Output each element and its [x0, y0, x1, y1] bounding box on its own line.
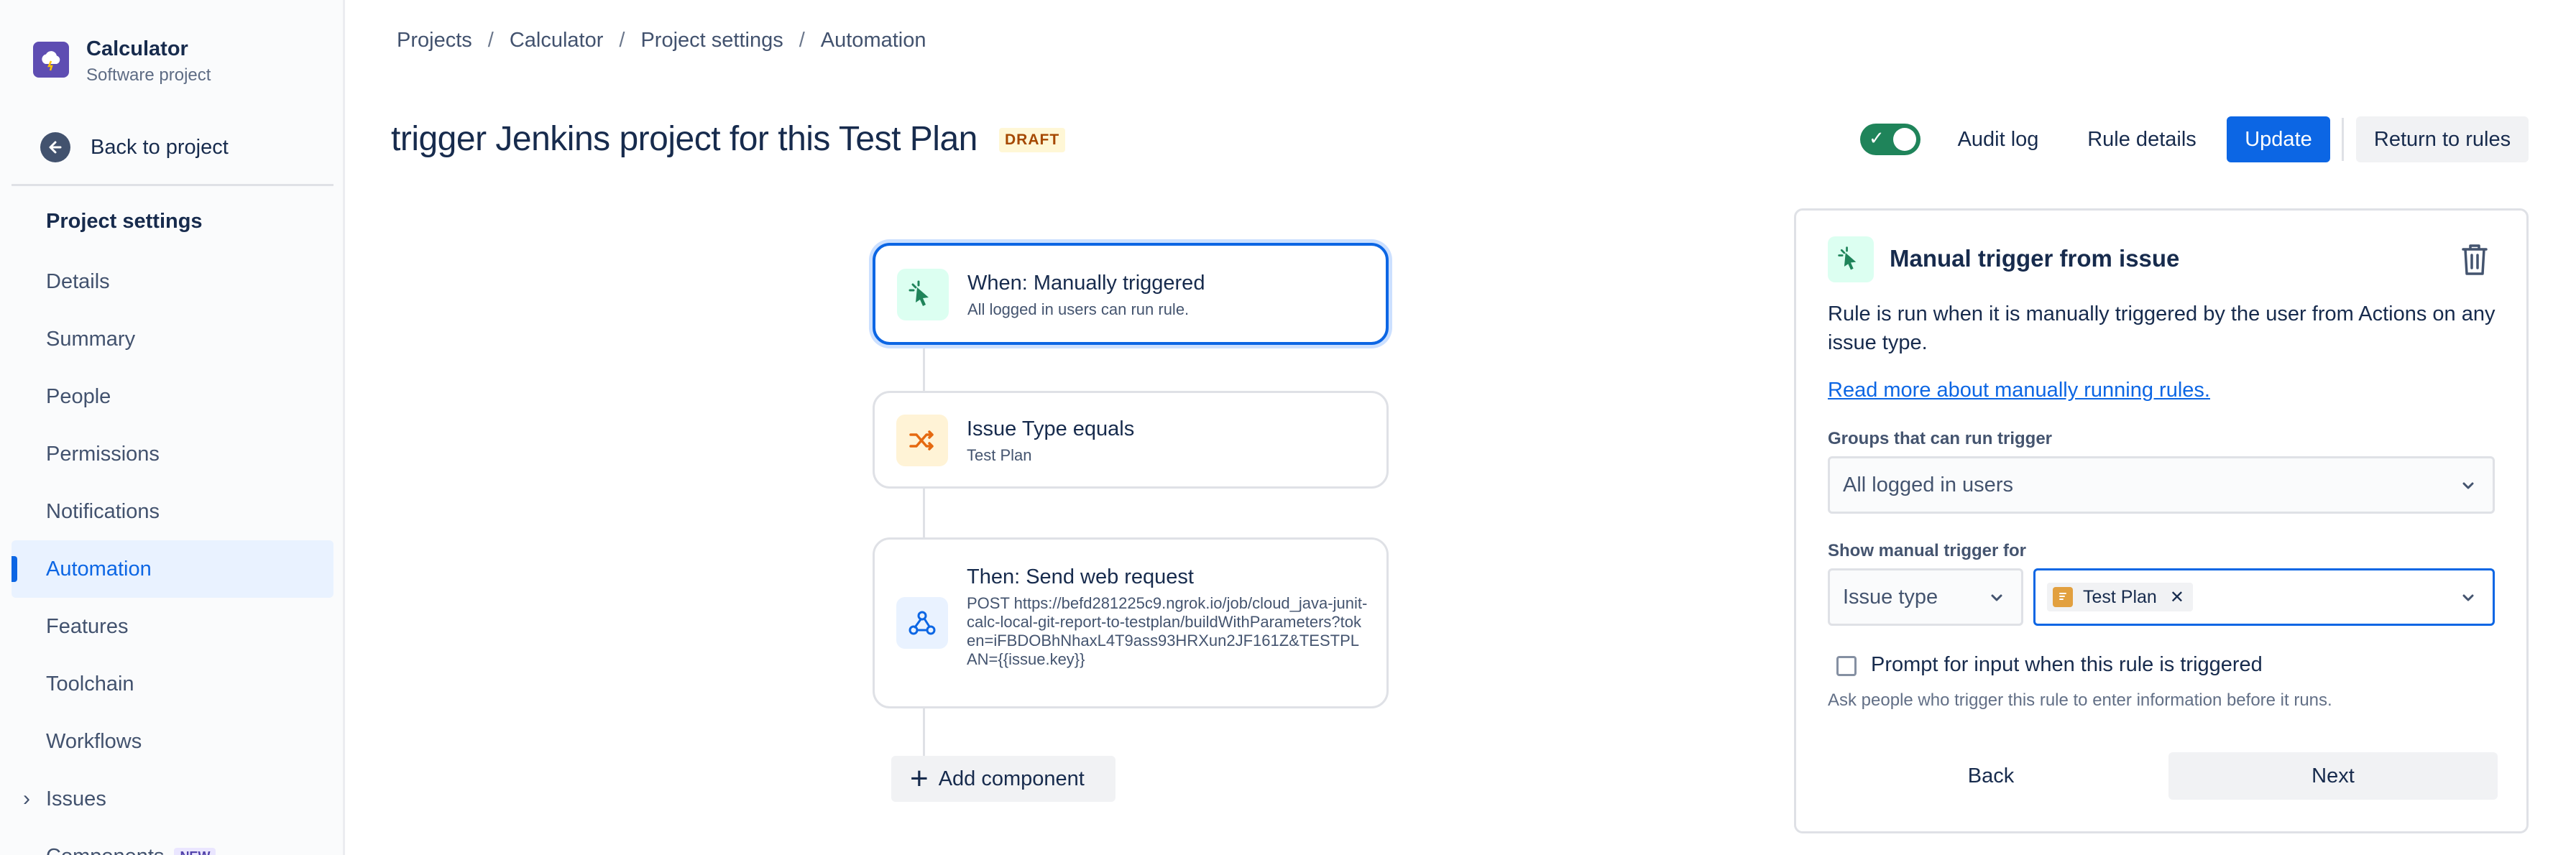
- breadcrumb-automation[interactable]: Automation: [821, 29, 926, 52]
- sidebar-item-permissions[interactable]: Permissions: [12, 425, 334, 483]
- sidebar-item-label: Workflows: [46, 729, 142, 753]
- cursor-click-icon: [1828, 236, 1874, 282]
- sidebar-item-label: People: [46, 384, 111, 408]
- toggle-knob: [1893, 128, 1916, 151]
- chevron-down-icon: [2462, 482, 2474, 489]
- prompt-input-help: Ask people who trigger this rule to ente…: [1828, 690, 2332, 710]
- plus-icon: +: [910, 761, 929, 796]
- sidebar-item-people[interactable]: People: [12, 368, 334, 425]
- webhook-icon: [896, 597, 948, 649]
- sidebar-item-summary[interactable]: Summary: [12, 310, 334, 368]
- cloud-icon: [42, 51, 60, 71]
- back-to-project-label: Back to project: [91, 135, 229, 159]
- next-button[interactable]: Next: [2168, 752, 2498, 800]
- breadcrumb-calculator[interactable]: Calculator: [510, 29, 604, 52]
- check-icon: ✓: [1869, 127, 1885, 149]
- sidebar-item-label: Components: [46, 845, 164, 855]
- breadcrumb-separator: /: [799, 29, 805, 52]
- back-button[interactable]: Back: [1828, 752, 2154, 800]
- action-card[interactable]: Then: Send web request POST https://befd…: [873, 537, 1389, 708]
- header-divider: [2342, 118, 2344, 161]
- read-more-link[interactable]: Read more about manually running rules.: [1828, 379, 2210, 402]
- trigger-subtitle: All logged in users can run rule.: [967, 300, 1190, 318]
- trigger-card[interactable]: When: Manually triggered All logged in u…: [873, 243, 1389, 345]
- selected-tag: Test Plan ✕: [2047, 583, 2193, 611]
- groups-value: All logged in users: [1843, 473, 2013, 496]
- breadcrumb-projects[interactable]: Projects: [397, 29, 472, 52]
- breadcrumb-separator: /: [487, 29, 494, 52]
- remove-tag-icon[interactable]: ✕: [2170, 587, 2184, 608]
- chevron-right-icon: ›: [23, 787, 30, 810]
- condition-subtitle: Test Plan: [967, 446, 1032, 464]
- flow-connector: [923, 489, 925, 537]
- new-badge: NEW: [174, 847, 216, 855]
- sidebar-item-label: Automation: [46, 557, 152, 581]
- breadcrumb-separator: /: [619, 29, 625, 52]
- sidebar-item-toolchain[interactable]: Toolchain: [12, 655, 334, 713]
- add-component-button[interactable]: + Add component: [891, 756, 1116, 802]
- chevron-down-icon: [2462, 594, 2474, 601]
- flow-connector: [923, 345, 925, 391]
- trash-icon[interactable]: [2455, 239, 2495, 279]
- sidebar-item-label: Notifications: [46, 499, 160, 523]
- sidebar-item-workflows[interactable]: Workflows: [12, 713, 334, 770]
- prompt-input-checkbox[interactable]: [1836, 656, 1857, 676]
- sidebar-item-label: Toolchain: [46, 672, 134, 695]
- project-name: Calculator: [86, 37, 188, 60]
- breadcrumb: Projects / Calculator / Project settings…: [397, 29, 926, 52]
- show-trigger-label: Show manual trigger for: [1828, 541, 2027, 560]
- panel-title: Manual trigger from issue: [1890, 245, 2180, 272]
- issue-type-multiselect[interactable]: Test Plan ✕: [2033, 568, 2495, 626]
- trigger-title: When: Manually triggered: [967, 272, 1205, 295]
- sidebar-item-automation[interactable]: Automation: [12, 540, 334, 598]
- arrow-left-icon: [40, 132, 70, 162]
- project-avatar: [33, 42, 69, 78]
- sidebar-item-details[interactable]: Details: [12, 253, 334, 310]
- sidebar-item-label: Details: [46, 269, 110, 293]
- sidebar-item-label: Permissions: [46, 442, 160, 466]
- condition-title: Issue Type equals: [967, 417, 1135, 440]
- rule-details-button[interactable]: Rule details: [2070, 116, 2214, 162]
- rule-title[interactable]: trigger Jenkins project for this Test Pl…: [391, 119, 978, 159]
- condition-card[interactable]: Issue Type equals Test Plan: [873, 391, 1389, 489]
- flow-connector: [923, 708, 925, 756]
- action-subtitle: POST https://befd281225c9.ngrok.io/job/c…: [967, 594, 1368, 668]
- back-to-project-link[interactable]: Back to project: [40, 132, 229, 162]
- sidebar-section-title: Project settings: [46, 210, 203, 233]
- project-header[interactable]: Calculator Software project: [33, 36, 211, 88]
- tag-label: Test Plan: [2083, 586, 2157, 607]
- groups-select[interactable]: All logged in users: [1828, 456, 2495, 514]
- update-button[interactable]: Update: [2227, 116, 2330, 162]
- prompt-input-label[interactable]: Prompt for input when this rule is trigg…: [1871, 653, 2263, 677]
- return-to-rules-button[interactable]: Return to rules: [2356, 116, 2529, 162]
- sidebar-item-components[interactable]: Components NEW: [12, 828, 334, 855]
- breadcrumb-project-settings[interactable]: Project settings: [640, 29, 783, 52]
- panel-description: Rule is run when it is manually triggere…: [1828, 302, 2496, 354]
- chevron-down-icon: [1991, 594, 2002, 601]
- test-plan-icon: [2053, 587, 2073, 607]
- groups-label: Groups that can run trigger: [1828, 429, 2053, 448]
- status-badge: DRAFT: [999, 128, 1066, 152]
- issue-type-select[interactable]: Issue type: [1828, 568, 2023, 626]
- sidebar-item-label: Features: [46, 614, 129, 638]
- sidebar-item-label: Summary: [46, 327, 136, 351]
- rule-enabled-toggle[interactable]: ✓: [1860, 124, 1920, 155]
- trigger-config-panel: Manual trigger from issue Rule is run wh…: [1794, 208, 2529, 833]
- action-title: Then: Send web request: [967, 565, 1194, 588]
- sidebar: Calculator Software project Back to proj…: [0, 0, 345, 855]
- cursor-click-icon: [897, 269, 949, 320]
- sidebar-item-issues[interactable]: › Issues: [12, 770, 334, 828]
- sidebar-item-label: Issues: [46, 787, 106, 810]
- sidebar-item-features[interactable]: Features: [12, 598, 334, 655]
- sidebar-item-notifications[interactable]: Notifications: [12, 483, 334, 540]
- issue-type-value: Issue type: [1843, 585, 1938, 609]
- audit-log-button[interactable]: Audit log: [1941, 116, 2056, 162]
- sidebar-divider: [12, 184, 334, 186]
- project-type: Software project: [86, 65, 211, 85]
- add-component-label: Add component: [938, 767, 1085, 790]
- sidebar-nav: Details Summary People Permissions Notif…: [12, 253, 334, 855]
- shuffle-icon: [896, 415, 948, 466]
